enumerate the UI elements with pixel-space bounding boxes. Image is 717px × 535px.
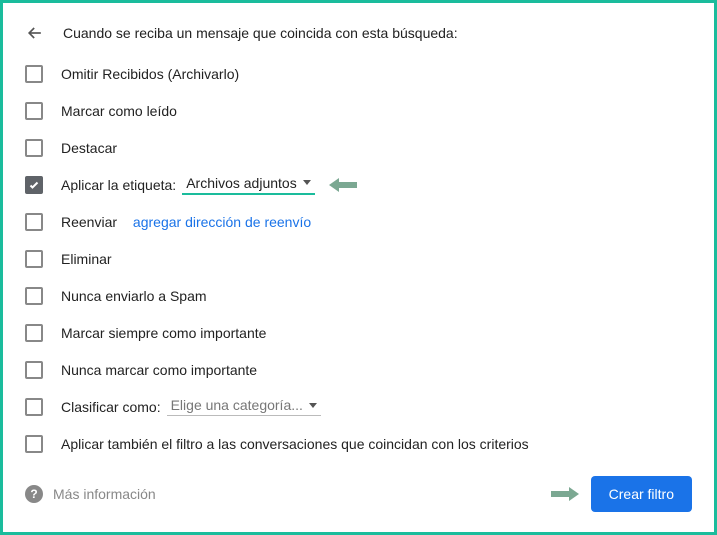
dialog-title: Cuando se reciba un mensaje que coincida… xyxy=(63,25,458,41)
checkbox-always-important[interactable] xyxy=(25,324,43,342)
help-icon: ? xyxy=(25,485,43,503)
checkbox-never-important[interactable] xyxy=(25,361,43,379)
checkbox-categorize[interactable] xyxy=(25,398,43,416)
add-forward-address-link[interactable]: agregar dirección de reenvío xyxy=(133,214,311,230)
option-star: Destacar xyxy=(25,129,696,166)
option-skip-inbox: Omitir Recibidos (Archivarlo) xyxy=(25,55,696,92)
option-label: Eliminar xyxy=(61,251,112,267)
annotation-arrow-icon xyxy=(329,176,357,194)
category-dropdown-value: Elige una categoría... xyxy=(171,397,303,413)
option-label: Marcar como leído xyxy=(61,103,177,119)
option-label: Omitir Recibidos (Archivarlo) xyxy=(61,66,239,82)
more-info-text: Más información xyxy=(53,486,156,502)
option-mark-read: Marcar como leído xyxy=(25,92,696,129)
dialog-header: Cuando se reciba un mensaje que coincida… xyxy=(21,17,696,55)
label-dropdown[interactable]: Archivos adjuntos xyxy=(182,175,315,195)
option-categorize: Clasificar como: Elige una categoría... xyxy=(25,388,696,425)
categorize-text: Clasificar como: xyxy=(61,399,161,415)
option-label: Aplicar la etiqueta: Archivos adjuntos xyxy=(61,175,357,195)
option-label: Destacar xyxy=(61,140,117,156)
label-dropdown-value: Archivos adjuntos xyxy=(186,175,297,191)
option-never-spam: Nunca enviarlo a Spam xyxy=(25,277,696,314)
footer-actions: Crear filtro xyxy=(551,476,692,512)
category-dropdown[interactable]: Elige una categoría... xyxy=(167,397,321,416)
option-label: Nunca enviarlo a Spam xyxy=(61,288,207,304)
option-label: Marcar siempre como importante xyxy=(61,325,266,341)
checkbox-delete[interactable] xyxy=(25,250,43,268)
checkbox-mark-read[interactable] xyxy=(25,102,43,120)
dialog-footer: ? Más información Crear filtro xyxy=(25,476,692,512)
apply-label-text: Aplicar la etiqueta: xyxy=(61,177,176,193)
forward-text: Reenviar xyxy=(61,214,117,230)
checkbox-star[interactable] xyxy=(25,139,43,157)
checkbox-skip-inbox[interactable] xyxy=(25,65,43,83)
checkbox-apply-matching[interactable] xyxy=(25,435,43,453)
option-label: Nunca marcar como importante xyxy=(61,362,257,378)
create-filter-button[interactable]: Crear filtro xyxy=(591,476,692,512)
more-info-link[interactable]: ? Más información xyxy=(25,485,156,503)
option-apply-matching: Aplicar también el filtro a las conversa… xyxy=(25,425,696,462)
chevron-down-icon xyxy=(303,180,311,185)
option-never-important: Nunca marcar como importante xyxy=(25,351,696,388)
checkbox-forward[interactable] xyxy=(25,213,43,231)
option-apply-label: Aplicar la etiqueta: Archivos adjuntos xyxy=(25,166,696,203)
option-always-important: Marcar siempre como importante xyxy=(25,314,696,351)
option-label: Aplicar también el filtro a las conversa… xyxy=(61,436,529,452)
annotation-arrow-icon xyxy=(551,485,579,503)
checkbox-apply-label[interactable] xyxy=(25,176,43,194)
option-forward: Reenviar agregar dirección de reenvío xyxy=(25,203,696,240)
filter-options-list: Omitir Recibidos (Archivarlo) Marcar com… xyxy=(21,55,696,462)
option-delete: Eliminar xyxy=(25,240,696,277)
back-arrow-icon[interactable] xyxy=(25,23,45,43)
option-label: Reenviar agregar dirección de reenvío xyxy=(61,214,311,230)
option-label: Clasificar como: Elige una categoría... xyxy=(61,397,321,416)
checkbox-never-spam[interactable] xyxy=(25,287,43,305)
filter-dialog: Cuando se reciba un mensaje que coincida… xyxy=(0,0,717,535)
chevron-down-icon xyxy=(309,403,317,408)
